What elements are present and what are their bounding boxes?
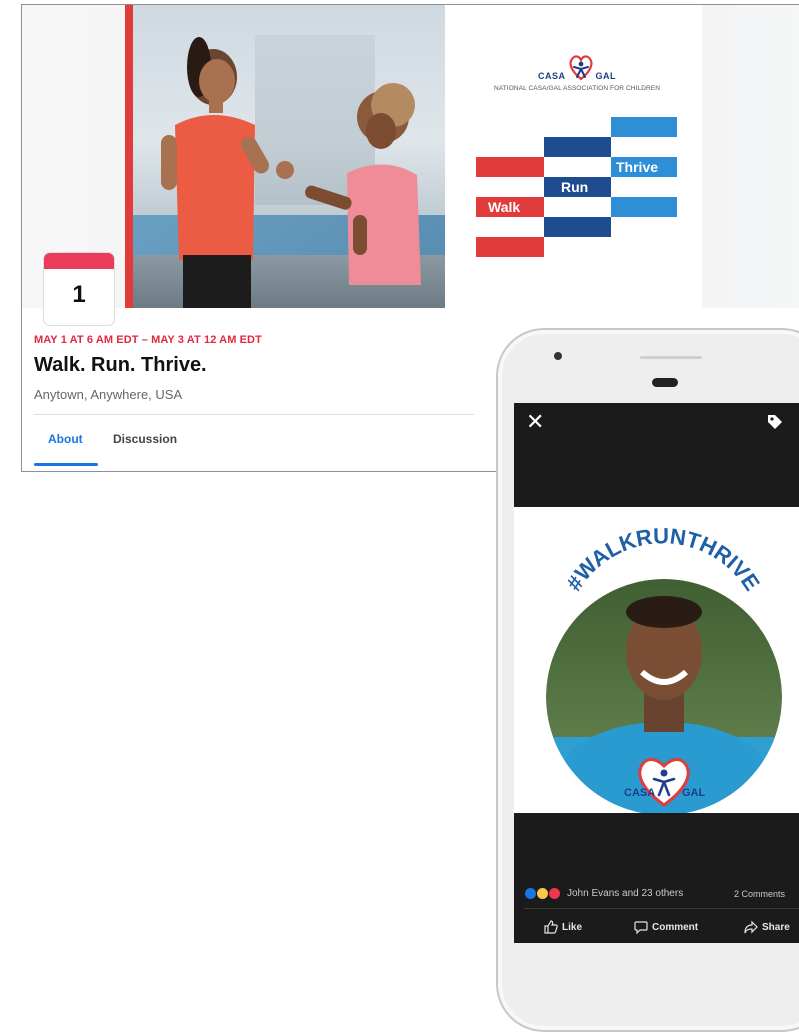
logo-left-word: CASA bbox=[537, 71, 566, 81]
comment-button[interactable]: Comment bbox=[634, 920, 698, 934]
share-label: Share bbox=[762, 921, 790, 933]
cover-photo bbox=[125, 5, 445, 308]
close-icon[interactable]: ✕ bbox=[526, 411, 544, 433]
divider bbox=[34, 414, 474, 415]
comments-count[interactable]: 2 Comments bbox=[734, 889, 785, 899]
post-divider bbox=[524, 908, 799, 909]
date-tile: 1 bbox=[44, 253, 114, 325]
comment-label: Comment bbox=[652, 921, 699, 933]
event-location: Anytown, Anywhere, USA bbox=[34, 387, 183, 402]
share-icon bbox=[744, 920, 758, 934]
walk-run-thrive-graphic: Thrive Run Walk bbox=[476, 117, 678, 259]
active-tab-indicator bbox=[34, 463, 98, 466]
profile-frame-image: #WALKRUNTHRIVE CASA GAL bbox=[514, 507, 799, 815]
phone-speaker bbox=[652, 378, 678, 387]
logo-right-word: GAL bbox=[595, 71, 616, 81]
frame-logo-right: GAL bbox=[682, 787, 706, 799]
comment-icon bbox=[634, 921, 648, 934]
like-button[interactable]: Like bbox=[544, 920, 582, 934]
casa-gal-logo: CASA GAL NATIONAL CASA/GAL ASSOCIATION F… bbox=[470, 51, 684, 92]
event-title: Walk. Run. Thrive. bbox=[34, 354, 207, 376]
like-label: Like bbox=[562, 921, 583, 933]
org-name: NATIONAL CASA/GAL ASSOCIATION FOR CHILDR… bbox=[493, 85, 660, 92]
event-date-range: MAY 1 AT 6 AM EDT – MAY 3 AT 12 AM EDT bbox=[34, 334, 262, 346]
accent-bar bbox=[125, 5, 133, 308]
front-camera bbox=[554, 352, 562, 360]
tag-icon[interactable] bbox=[766, 413, 784, 431]
frame-logo-left: CASA bbox=[624, 787, 655, 799]
heart-figure-icon bbox=[568, 55, 593, 81]
phone-screen: ✕ #WALKRUNTHRIVE CASA GAL John Evans and… bbox=[514, 403, 799, 943]
love-reaction-icon bbox=[548, 887, 561, 900]
tab-about[interactable]: About bbox=[48, 432, 83, 446]
reactions-text: John Evans and 23 others bbox=[567, 888, 684, 899]
date-day: 1 bbox=[72, 281, 86, 308]
thumbs-up-icon bbox=[544, 920, 558, 934]
share-button[interactable]: Share bbox=[744, 920, 790, 934]
graphic-word-thrive: Thrive bbox=[616, 159, 659, 175]
tab-discussion[interactable]: Discussion bbox=[113, 432, 177, 446]
reactions-summary[interactable]: John Evans and 23 others bbox=[524, 887, 683, 900]
phone-sensor-slot bbox=[640, 356, 702, 359]
graphic-word-run: Run bbox=[561, 179, 589, 195]
graphic-word-walk: Walk bbox=[488, 199, 521, 215]
